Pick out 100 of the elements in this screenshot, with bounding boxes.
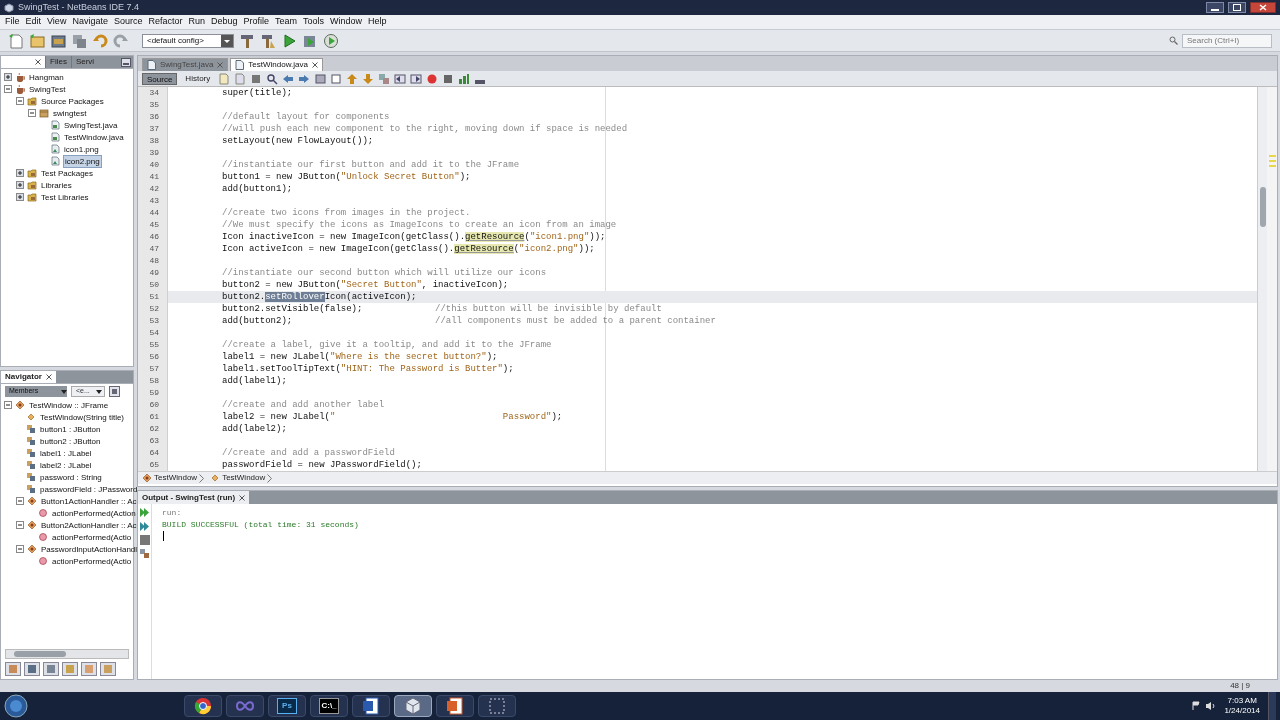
tree-item[interactable]: password : String xyxy=(39,471,103,483)
volume-icon[interactable] xyxy=(1205,701,1217,711)
redo-icon[interactable] xyxy=(113,32,129,49)
close-icon[interactable] xyxy=(45,374,52,380)
close-icon[interactable] xyxy=(239,494,246,501)
save-all-icon[interactable] xyxy=(71,32,87,49)
arrow-right-icon[interactable] xyxy=(298,72,311,85)
editor-tab[interactable]: TestWindow.java xyxy=(230,58,323,71)
expand-toggle-icon[interactable] xyxy=(16,169,24,177)
new-file-icon[interactable] xyxy=(8,32,24,49)
shift-right-icon[interactable] xyxy=(410,72,423,85)
run-icon[interactable] xyxy=(281,32,297,49)
tree-item[interactable]: Hangman xyxy=(28,71,65,83)
arrow-down-icon[interactable] xyxy=(362,72,375,85)
tree-item[interactable]: actionPerformed(Actio xyxy=(51,555,133,567)
tree-item[interactable]: Button2ActionHandler :: Ac xyxy=(40,519,138,531)
expand-toggle-icon[interactable] xyxy=(4,73,12,81)
expand-toggle-icon[interactable] xyxy=(28,109,36,117)
menu-item[interactable]: Window xyxy=(327,15,366,29)
stop-icon[interactable] xyxy=(139,535,150,545)
close-icon[interactable] xyxy=(311,62,318,68)
tree-item[interactable]: icon2.png xyxy=(63,154,102,168)
tree-item[interactable]: actionPerformed(Action xyxy=(51,507,137,519)
tree-item[interactable]: label1 : JLabel xyxy=(39,447,93,459)
arrow-left-icon[interactable] xyxy=(282,72,295,85)
tree-item[interactable]: Button1ActionHandler :: Ac xyxy=(40,495,138,507)
record-icon[interactable] xyxy=(426,72,439,85)
tree-item[interactable]: SwingTest xyxy=(28,83,67,95)
taskbar-button[interactable] xyxy=(436,695,474,717)
maximize-icon[interactable] xyxy=(1228,2,1246,13)
expand-toggle-icon[interactable] xyxy=(16,193,24,201)
taskbar-button[interactable]: Ps xyxy=(268,695,306,717)
menu-item[interactable]: Source xyxy=(110,15,146,29)
tree-item[interactable]: button1 : JButton xyxy=(39,423,102,435)
taskbar-button[interactable] xyxy=(352,695,390,717)
menu-item[interactable]: Team xyxy=(272,15,301,29)
expand-toggle-icon[interactable] xyxy=(16,497,24,505)
tree-item[interactable]: Libraries xyxy=(40,179,73,191)
taskbar-button[interactable]: C:\_ xyxy=(310,695,348,717)
start-orb-icon[interactable] xyxy=(4,694,28,718)
menu-item[interactable]: Help xyxy=(365,15,390,29)
minimize-icon[interactable] xyxy=(1206,2,1224,13)
undo-icon[interactable] xyxy=(92,32,108,49)
hammer-broom-icon[interactable] xyxy=(260,32,276,49)
find-icon[interactable] xyxy=(266,72,279,85)
tree-item[interactable]: icon1.png xyxy=(63,143,100,155)
menu-item[interactable]: Edit xyxy=(22,15,45,29)
shift-left-icon[interactable] xyxy=(394,72,407,85)
stop-icon[interactable] xyxy=(442,72,455,85)
view-button[interactable]: History xyxy=(181,72,215,85)
hammer-icon[interactable] xyxy=(239,32,255,49)
tree-item[interactable]: TestWindow.java xyxy=(63,131,125,143)
rerun-icon[interactable] xyxy=(139,507,150,518)
arrow-up-icon[interactable] xyxy=(346,72,359,85)
close-icon[interactable] xyxy=(1250,2,1276,13)
search-field[interactable]: Search (Ctrl+I) xyxy=(1182,33,1272,48)
panel-icon[interactable] xyxy=(109,386,120,397)
tree-item[interactable]: SwingTest.java xyxy=(63,119,119,131)
menu-item[interactable]: File xyxy=(2,15,23,29)
breadcrumb-item[interactable]: TestWindow xyxy=(142,472,205,484)
profile-icon[interactable] xyxy=(323,32,339,49)
expand-toggle-icon[interactable] xyxy=(16,521,24,529)
tree-item[interactable]: TestWindow :: JFrame xyxy=(28,399,110,411)
new-project-icon[interactable] xyxy=(29,32,45,49)
view-button[interactable]: Source xyxy=(142,72,178,85)
tree-item[interactable]: label2 : JLabel xyxy=(39,459,93,471)
close-icon[interactable] xyxy=(35,59,41,65)
expand-toggle-icon[interactable] xyxy=(4,401,12,409)
minimize-icon[interactable] xyxy=(121,57,131,67)
config-dropdown[interactable]: <default config> xyxy=(142,33,234,48)
tree-item[interactable]: passwordField : JPassword xyxy=(39,483,139,495)
menu-item[interactable]: Run xyxy=(185,15,208,29)
flag-icon[interactable] xyxy=(1191,701,1202,711)
open-project-icon[interactable] xyxy=(50,32,66,49)
tree-item[interactable]: TestWindow(String title) xyxy=(39,411,126,423)
panel-tab[interactable]: Output - SwingTest (run) xyxy=(138,491,250,504)
breadcrumb-item[interactable]: TestWindow xyxy=(210,472,273,484)
menu-item[interactable]: Navigate xyxy=(69,15,111,29)
menu-item[interactable]: Refactor xyxy=(145,15,186,29)
expand-toggle-icon[interactable] xyxy=(4,85,12,93)
menu-item[interactable]: Profile xyxy=(240,15,273,29)
expand-toggle-icon[interactable] xyxy=(16,545,24,553)
panel-tab[interactable]: Navigator xyxy=(1,371,56,383)
tree-item[interactable]: Test Libraries xyxy=(40,191,90,203)
tree-item[interactable]: actionPerformed(Actio xyxy=(51,531,133,543)
tree-item[interactable]: Test Packages xyxy=(40,167,95,179)
menu-item[interactable]: Debug xyxy=(208,15,241,29)
tree-item[interactable]: button2 : JButton xyxy=(39,435,102,447)
taskbar-button[interactable] xyxy=(184,695,222,717)
tree-item[interactable]: Source Packages xyxy=(40,95,105,107)
expand-toggle-icon[interactable] xyxy=(16,97,24,105)
square-icon[interactable] xyxy=(250,72,263,85)
menu-item[interactable]: View xyxy=(44,15,70,29)
clock[interactable]: 7:03 AM 1/24/2014 xyxy=(1220,696,1264,716)
horizontal-scrollbar[interactable] xyxy=(5,649,129,659)
tree-item[interactable]: swingtest xyxy=(52,107,88,119)
rerun-icon[interactable] xyxy=(139,521,150,532)
vertical-scrollbar[interactable] xyxy=(1257,87,1267,471)
expand-toggle-icon[interactable] xyxy=(16,181,24,189)
menu-item[interactable]: Tools xyxy=(300,15,328,29)
